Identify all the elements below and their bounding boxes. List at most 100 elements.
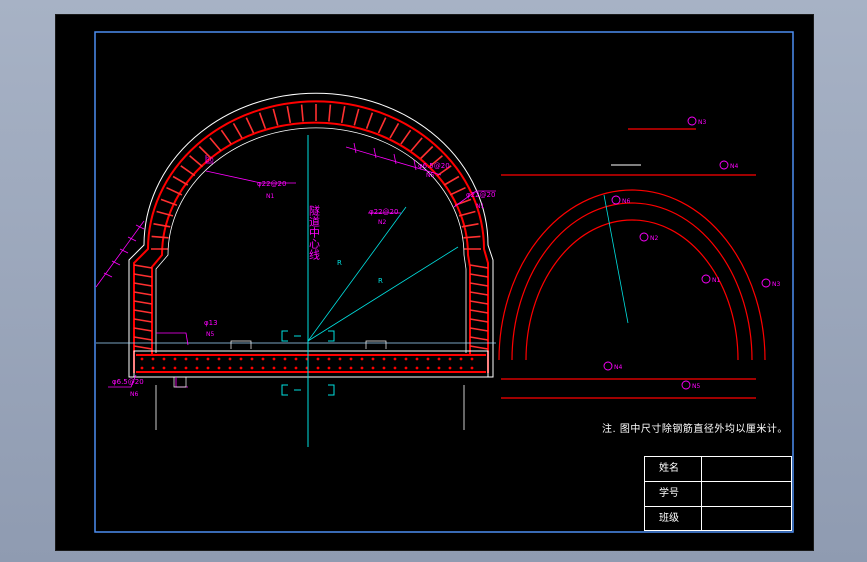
stirrup	[286, 106, 292, 124]
detail-marker-label: N3	[698, 119, 706, 126]
stirrup	[133, 282, 153, 287]
stirrup	[133, 273, 153, 278]
detail-marker-label: N1	[712, 277, 720, 284]
floor-rebar-dot	[349, 357, 353, 361]
floor-rebar-dots	[140, 357, 474, 370]
stirrup	[469, 336, 489, 341]
label-mid: φ22@20	[369, 208, 398, 216]
stirrup	[469, 345, 489, 350]
floor-rebar-dot	[437, 366, 441, 370]
floor-rebar-dot	[184, 357, 188, 361]
title-value-class[interactable]	[703, 507, 791, 531]
floor-rebar-dot	[426, 357, 430, 361]
floor-rebar-dot	[437, 357, 441, 361]
floor-rebar-dot	[294, 366, 298, 370]
stirrup	[209, 137, 222, 152]
floor-rebar-dot	[228, 366, 232, 370]
drawing-note: 注. 图中尺寸除钢筋直径外均以厘米计。	[602, 424, 788, 435]
floor-rebar-dot	[470, 366, 474, 370]
stirrup	[133, 300, 153, 305]
detail-marker-label: N2	[650, 235, 658, 242]
stirrup	[458, 210, 476, 217]
floor-rebar-dot	[415, 366, 419, 370]
detail-marker-circle	[639, 232, 649, 242]
stirrup	[300, 104, 304, 122]
detail-marker-circle	[761, 278, 771, 288]
floor-rebar-dot	[206, 357, 210, 361]
detail-marker-label: N6	[622, 198, 630, 205]
floor-rebar-dot	[250, 357, 254, 361]
label-bottom-left: φ6.5@20	[112, 378, 144, 386]
floor-rebar-dot	[393, 366, 397, 370]
stirrup	[377, 117, 387, 134]
detail-marker-label: N4	[730, 163, 738, 170]
floor-rebar-dot	[239, 357, 243, 361]
floor-rebar-dot	[338, 357, 342, 361]
floor-rebar-dot	[470, 357, 474, 361]
floor-rebar-dot	[338, 366, 342, 370]
floor-rebar-dot	[294, 357, 298, 361]
label-radius-2: R	[378, 277, 383, 285]
title-label-id: 学号	[645, 482, 702, 506]
floor-rebar-dot	[239, 366, 243, 370]
stirrup	[469, 309, 489, 314]
stirrup	[469, 318, 489, 323]
stirrup	[340, 106, 346, 124]
label-radius-1: R	[337, 259, 342, 267]
label-top-small: 30	[206, 157, 214, 164]
floor-rebar-dot	[250, 366, 254, 370]
floor-rebar-dot	[162, 357, 166, 361]
stirrup	[133, 327, 153, 332]
stirrup	[133, 336, 153, 341]
floor-rebar-dot	[426, 366, 430, 370]
stirrup	[469, 264, 489, 269]
detail-rebar-strips	[501, 128, 756, 399]
floor-rebar-dot	[184, 366, 188, 370]
drawing-sheet: 隧道中心线 φ22@20 N1 φ22@20 N2 φ22@20 N1 φ6.5…	[55, 14, 814, 551]
detail-markers: N3 N4 N2 N1 N3 N4 N5 N6	[603, 116, 780, 390]
label-right: φ22@20	[466, 191, 495, 199]
floor-rebar-dot	[173, 357, 177, 361]
floor-rebar-dot	[459, 366, 463, 370]
label-top-left-sub: N1	[266, 193, 274, 200]
floor-rebar-dot	[316, 357, 320, 361]
stirrup	[365, 112, 374, 129]
title-value-id[interactable]	[703, 482, 791, 506]
stirrup	[469, 282, 489, 287]
stirrup	[469, 300, 489, 305]
stirrup	[258, 112, 267, 129]
floor-rebar-dot	[283, 357, 287, 361]
stirrup	[220, 129, 232, 145]
floor-rebar-dot	[360, 366, 364, 370]
floor-rebar-dot	[206, 366, 210, 370]
floor-rebar-dot	[162, 366, 166, 370]
stirrup	[189, 155, 204, 168]
title-label-name: 姓名	[645, 457, 702, 481]
label-top-left: φ22@20	[257, 180, 286, 188]
title-block: 姓名 学号 班级	[644, 456, 792, 531]
stirrup	[469, 327, 489, 332]
stirrup	[410, 137, 423, 152]
label-floor-sub: N5	[206, 331, 214, 338]
floor-rebar-dot	[272, 357, 276, 361]
detail-radius-line	[603, 194, 629, 324]
stirrup	[443, 175, 460, 186]
floor-rebar-dot	[459, 357, 463, 361]
floor-rebar-dot	[228, 357, 232, 361]
stirrup	[180, 165, 196, 177]
stirrup	[133, 291, 153, 296]
floor-rebar-dot	[272, 366, 276, 370]
floor-rebar-dot	[195, 357, 199, 361]
floor-rebar-dot	[448, 366, 452, 370]
stirrup	[469, 273, 489, 278]
floor-rebar-dot	[173, 366, 177, 370]
stirrup	[151, 235, 169, 239]
stirrup	[133, 309, 153, 314]
detail-arches	[498, 189, 766, 361]
floor-rebar-dot	[140, 366, 144, 370]
detail-marker-label: N4	[614, 364, 622, 371]
floor-rebar-dot	[360, 357, 364, 361]
title-value-name[interactable]	[703, 457, 791, 481]
floor-rebar-dot	[382, 366, 386, 370]
stirrup	[245, 117, 255, 134]
